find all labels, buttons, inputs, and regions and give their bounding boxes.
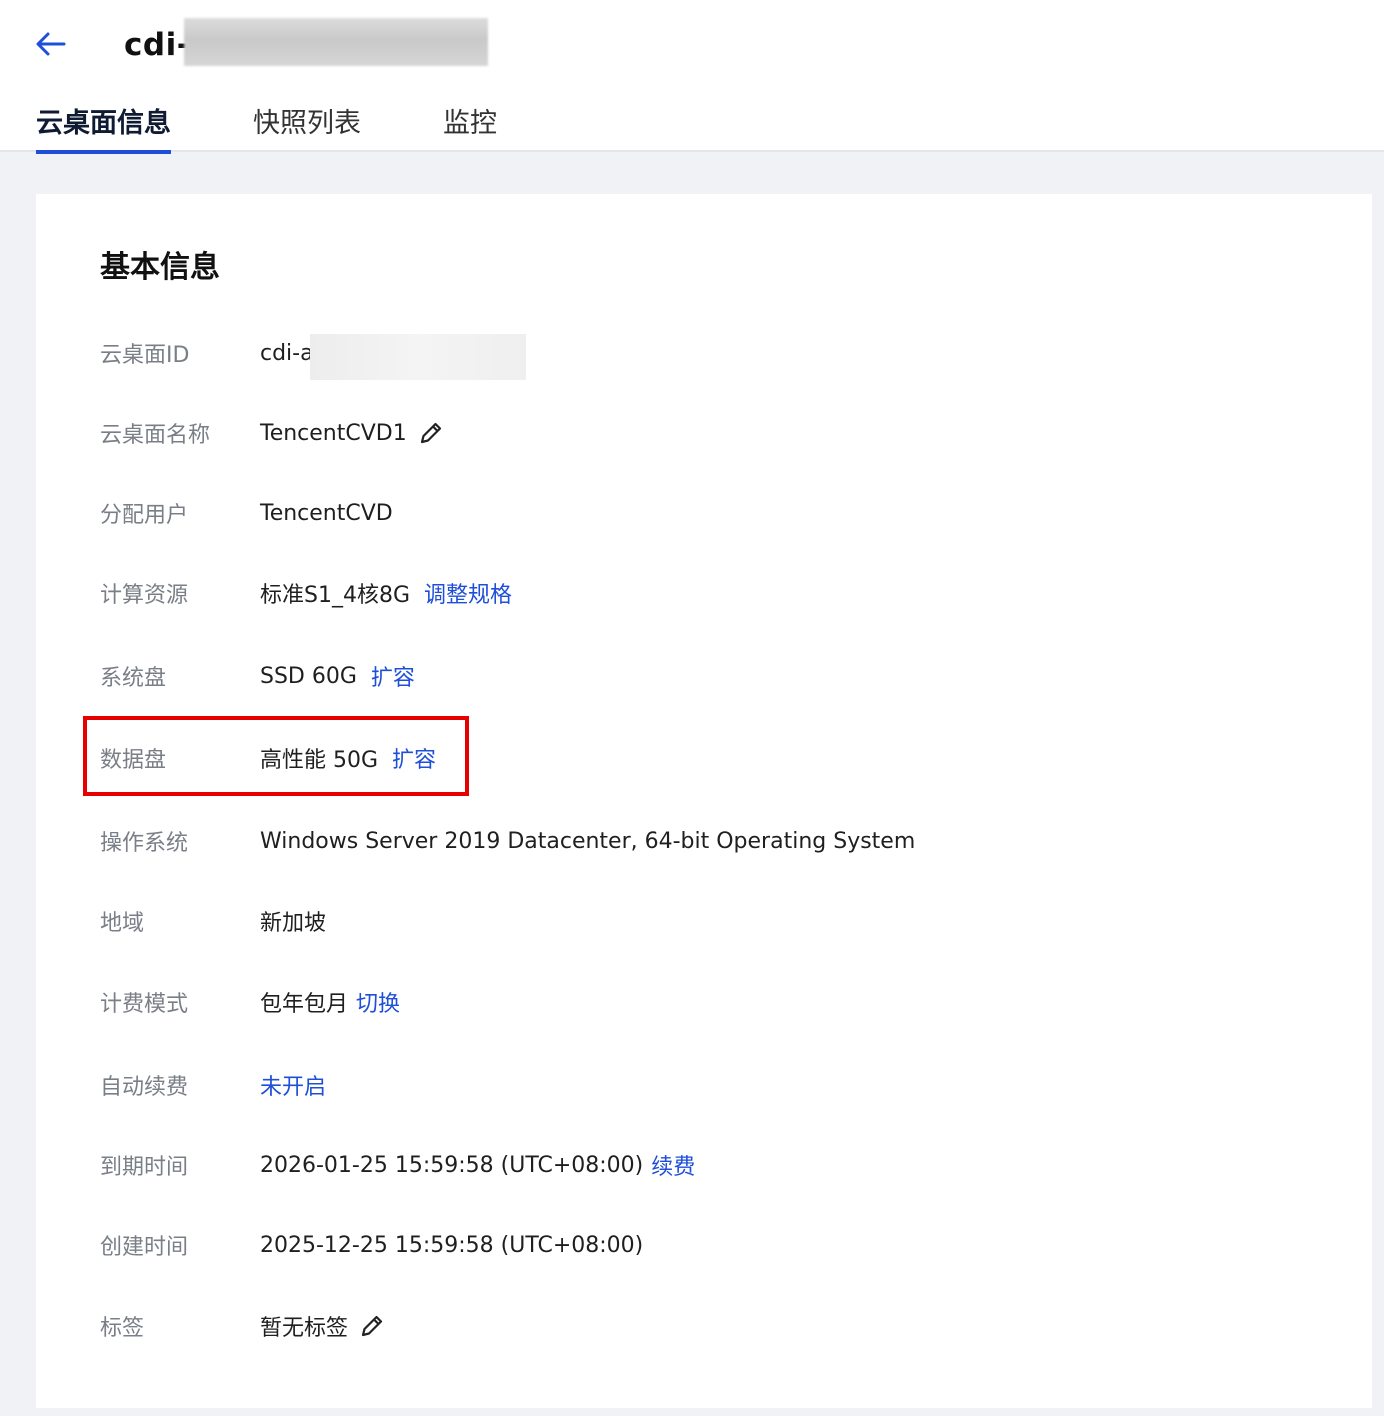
page-title: cdi- [124, 27, 191, 63]
tab-bar: 云桌面信息 快照列表 监控 [36, 100, 579, 154]
compute-field: 标准S1_4核8G 调整规格 [260, 577, 512, 609]
row-desktop-id: 云桌面ID cdi-a [100, 333, 314, 373]
row-system-disk: 系统盘 SSD 60G 扩容 [100, 656, 415, 696]
expire-time-field: 2026-01-25 15:59:58 (UTC+08:00) 续费 [260, 1149, 695, 1181]
redacted-id-mask [310, 334, 526, 380]
tab-desktop-info[interactable]: 云桌面信息 [36, 100, 171, 154]
page-header: cdi- 云桌面信息 快照列表 监控 [0, 0, 1384, 154]
renew-link[interactable]: 续费 [651, 1149, 695, 1181]
row-expire-time: 到期时间 2026-01-25 15:59:58 (UTC+08:00) 续费 [100, 1145, 695, 1185]
compute-value: 标准S1_4核8G [260, 583, 411, 608]
assigned-user-value: TencentCVD [260, 500, 393, 526]
row-label: 标签 [100, 1316, 145, 1341]
desktop-name-field: TencentCVD1 [260, 419, 445, 447]
system-disk-field: SSD 60G 扩容 [260, 660, 415, 692]
desktop-name-value: TencentCVD1 [260, 420, 407, 446]
row-create-time: 创建时间 2025-12-25 15:59:58 (UTC+08:00) [100, 1225, 643, 1265]
row-label: 创建时间 [100, 1235, 189, 1260]
row-label: 云桌面名称 [100, 423, 211, 448]
row-label: 计费模式 [100, 992, 189, 1017]
section-title: 基本信息 [100, 250, 220, 285]
row-desktop-name: 云桌面名称 TencentCVD1 [100, 413, 445, 453]
create-time-value: 2025-12-25 15:59:58 (UTC+08:00) [260, 1232, 644, 1258]
region-value: 新加坡 [260, 911, 327, 936]
row-os: 操作系统 Windows Server 2019 Datacenter, 64-… [100, 821, 915, 861]
row-tags: 标签 暂无标签 [100, 1306, 386, 1346]
desktop-id-value: cdi-a [260, 340, 314, 366]
info-card: 基本信息 云桌面ID cdi-a 云桌面名称 TencentCVD1 分配用户 … [36, 194, 1372, 1408]
row-label: 分配用户 [100, 503, 189, 528]
expire-time-value: 2026-01-25 15:59:58 (UTC+08:00) [260, 1152, 644, 1178]
row-compute: 计算资源 标准S1_4核8G 调整规格 [100, 573, 512, 613]
billing-field: 包年包月 切换 [260, 986, 400, 1018]
row-label: 系统盘 [100, 666, 167, 691]
resize-spec-link[interactable]: 调整规格 [424, 577, 512, 609]
row-billing: 计费模式 包年包月 切换 [100, 982, 400, 1022]
back-button[interactable] [34, 28, 68, 60]
auto-renew-toggle-link[interactable]: 未开启 [260, 1069, 326, 1101]
pencil-icon[interactable] [358, 1312, 386, 1340]
tags-value: 暂无标签 [260, 1316, 349, 1341]
auto-renew-field: 未开启 [260, 1069, 326, 1101]
highlight-box [83, 716, 469, 796]
tab-snapshot-list[interactable]: 快照列表 [253, 100, 361, 152]
system-disk-value: SSD 60G [260, 663, 357, 689]
row-label: 操作系统 [100, 831, 189, 856]
row-auto-renew: 自动续费 未开启 [100, 1065, 326, 1105]
row-label: 地域 [100, 911, 145, 936]
system-disk-expand-link[interactable]: 扩容 [371, 660, 415, 692]
switch-billing-link[interactable]: 切换 [356, 986, 400, 1018]
row-region: 地域 新加坡 [100, 901, 326, 941]
arrow-left-icon [36, 32, 66, 56]
tags-field: 暂无标签 [260, 1310, 386, 1342]
billing-value: 包年包月 [260, 992, 349, 1017]
redacted-title-mask [184, 18, 488, 66]
tab-monitoring[interactable]: 监控 [443, 100, 497, 152]
os-value: Windows Server 2019 Datacenter, 64-bit O… [260, 828, 916, 854]
row-assigned-user: 分配用户 TencentCVD [100, 493, 393, 533]
row-label: 计算资源 [100, 583, 189, 608]
pencil-icon[interactable] [417, 419, 445, 447]
row-label: 到期时间 [100, 1155, 189, 1180]
row-label: 云桌面ID [100, 343, 190, 368]
row-label: 自动续费 [100, 1075, 189, 1100]
